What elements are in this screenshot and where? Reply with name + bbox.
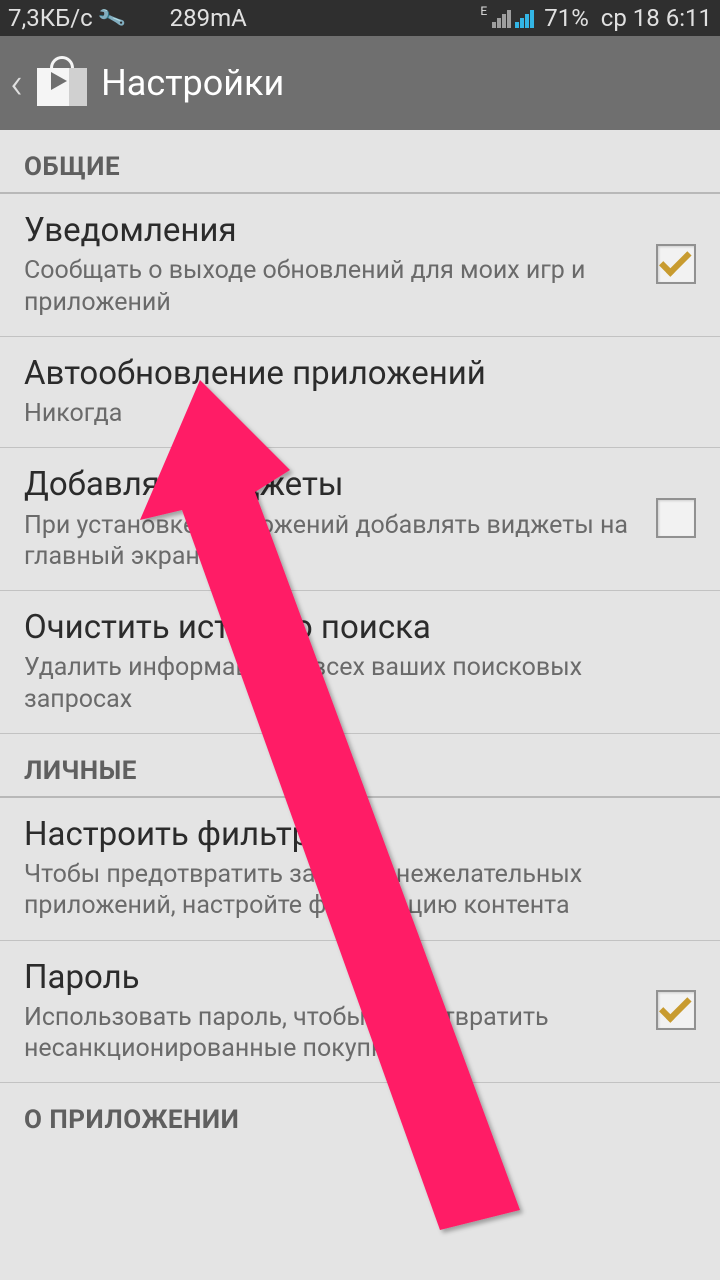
- section-about: О ПРИЛОЖЕНИИ: [0, 1083, 720, 1145]
- item-title: Автообновление приложений: [24, 353, 696, 394]
- item-title: Пароль: [24, 957, 636, 998]
- checkmark-icon: [659, 991, 692, 1024]
- play-store-icon[interactable]: [37, 60, 87, 106]
- signal-icon-2: [515, 8, 534, 28]
- settings-list: ОБЩИЕ Уведомления Сообщать о выходе обно…: [0, 130, 720, 1145]
- item-title: Уведомления: [24, 210, 636, 251]
- back-icon[interactable]: ‹: [10, 57, 23, 109]
- checkbox-widgets[interactable]: [656, 498, 696, 538]
- item-title: Очистить историю поиска: [24, 607, 696, 648]
- current-draw: 289mA: [170, 4, 247, 32]
- item-password[interactable]: Пароль Использовать пароль, чтобы предот…: [0, 941, 720, 1084]
- checkbox-password[interactable]: [656, 990, 696, 1030]
- checkmark-icon: [659, 244, 692, 277]
- section-personal: ЛИЧНЫЕ: [0, 734, 720, 798]
- edge-network-icon: E: [480, 4, 487, 18]
- item-title: Настроить фильтр: [24, 814, 696, 855]
- item-subtitle: Никогда: [24, 398, 696, 429]
- action-bar: ‹ Настройки: [0, 36, 720, 130]
- item-notifications[interactable]: Уведомления Сообщать о выходе обновлений…: [0, 194, 720, 337]
- battery-percent: 71%: [544, 4, 589, 32]
- item-subtitle: Использовать пароль, чтобы предотвратить…: [24, 1002, 636, 1065]
- item-autoupdate[interactable]: Автообновление приложений Никогда: [0, 337, 720, 449]
- item-widgets[interactable]: Добавлять виджеты При установке приложен…: [0, 448, 720, 591]
- item-subtitle: При установке приложений добавлять видже…: [24, 510, 636, 573]
- wrench-icon: 🔧: [95, 2, 127, 33]
- item-filter[interactable]: Настроить фильтр Чтобы предотвратить заг…: [0, 798, 720, 941]
- checkbox-notifications[interactable]: [656, 244, 696, 284]
- network-speed: 7,3КБ/с: [8, 4, 93, 32]
- section-general: ОБЩИЕ: [0, 130, 720, 194]
- status-bar: 7,3КБ/с 🔧 289mA E 71% ср 18 6:11: [0, 0, 720, 36]
- item-subtitle: Чтобы предотвратить загрузку нежелательн…: [24, 859, 696, 922]
- signal-icon-1: [492, 8, 511, 28]
- item-subtitle: Сообщать о выходе обновлений для моих иг…: [24, 255, 636, 318]
- item-clear-search[interactable]: Очистить историю поиска Удалить информац…: [0, 591, 720, 734]
- item-title: Добавлять виджеты: [24, 464, 636, 505]
- status-date: ср 18 6:11: [601, 4, 712, 32]
- item-subtitle: Удалить информацию о всех ваших поисковы…: [24, 652, 696, 715]
- page-title: Настройки: [101, 62, 284, 104]
